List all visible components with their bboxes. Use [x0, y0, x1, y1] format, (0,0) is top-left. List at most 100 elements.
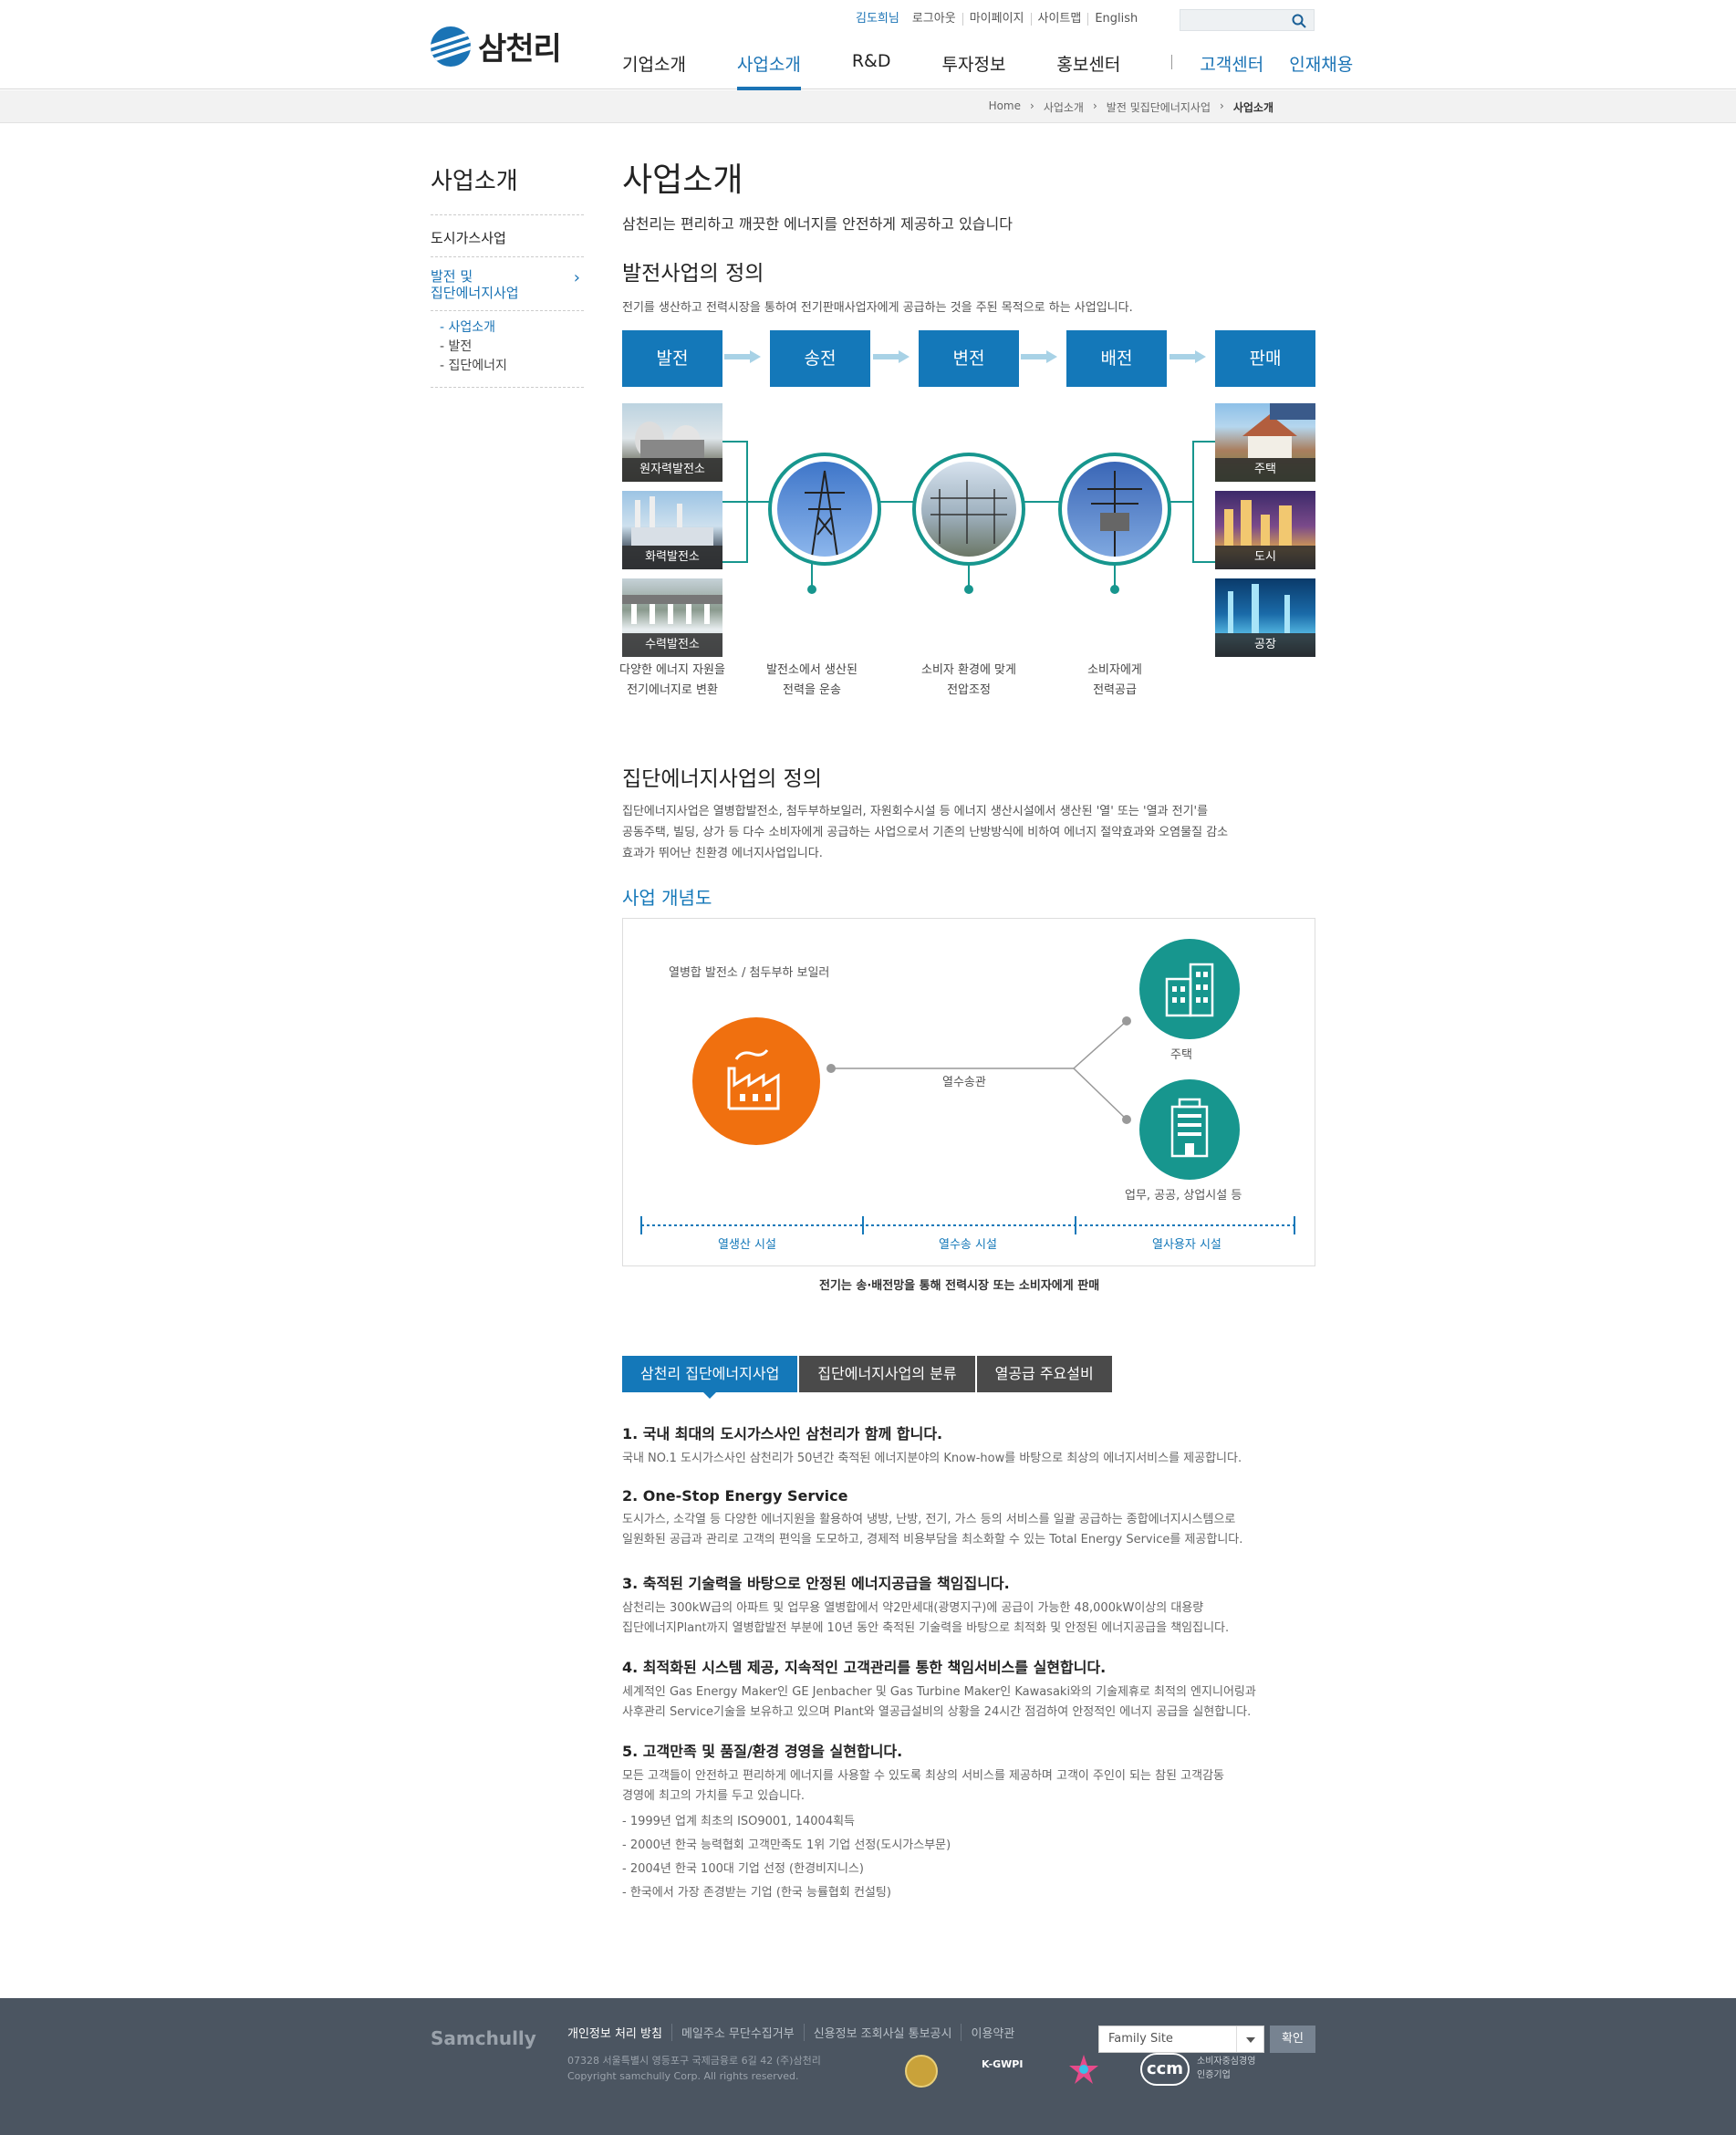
nuclear-plant-icon: [635, 422, 704, 458]
arrow-right-icon: [724, 350, 761, 363]
section-text: 삼천리는 300kW급의 아파트 및 업무용 열병합에서 약2만세대(광명지구)…: [622, 1601, 1230, 1635]
office-building-icon: [1170, 1098, 1209, 1158]
section-title-power: 발전사업의 정의: [622, 262, 764, 286]
award-badge-icon: [905, 2055, 938, 2088]
footer: Samchully 개인정보 처리 방침 메일주소 무단수집거부 신용정보 조회…: [0, 1998, 1736, 2135]
substation-image: [912, 453, 1025, 566]
hydro-plant-label: 수력발전소: [622, 633, 722, 657]
side-item-energy[interactable]: 발전 및 집단에너지사업: [431, 257, 584, 311]
terms-link[interactable]: 이용약관: [961, 2024, 1024, 2041]
side-sub-power[interactable]: - 발전: [431, 338, 584, 357]
thermal-plant-label: 화력발전소: [622, 546, 722, 569]
distribution-pole-icon: [1087, 471, 1142, 557]
award-item: - 1999년 업계 최초의 ISO9001, 14004획득: [622, 1815, 856, 1828]
nav-recruit[interactable]: 인재채용: [1289, 51, 1353, 85]
city-image: 도시: [1215, 491, 1315, 569]
desc-substation: 소비자 환경에 맞게 전압조정: [921, 663, 1016, 697]
section-desc-power: 전기를 생산하고 전력시장을 통하여 전기판매사업자에게 공급하는 것을 주된 …: [622, 301, 1133, 315]
footer-logo: Samchully: [431, 2027, 536, 2049]
transmission-tower-icon: [805, 470, 845, 557]
distribution-image: [1058, 453, 1171, 566]
chevron-down-icon: [1236, 2026, 1263, 2052]
credit-notice-link[interactable]: 신용정보 조회사실 통보공시: [803, 2024, 962, 2041]
english-link[interactable]: English: [1087, 13, 1144, 26]
content-section: 2. One-Stop Energy Service 도시가스, 소각열 등 다양…: [622, 1487, 1315, 1550]
substation-icon: [930, 480, 1007, 544]
content-section: 1. 국내 최대의 도시가스사인 삼천리가 함께 합니다. 국내 NO.1 도시가…: [622, 1422, 1315, 1469]
page-title: 사업소개: [622, 161, 743, 199]
heat-pipe-label: 열수송관: [942, 1076, 986, 1089]
nav-investor[interactable]: 투자정보: [942, 51, 1006, 85]
crumb-home[interactable]: Home: [989, 99, 1021, 115]
kgwpi-badge: K-GWPI: [982, 2058, 1024, 2070]
search-input[interactable]: [1180, 9, 1315, 31]
step-substation: 변전: [919, 330, 1019, 387]
tab-classification[interactable]: 집단에너지사업의 분류: [799, 1356, 975, 1392]
address-text: 07328 서울특별시 영등포구 국제금융로 6길 42 (주)삼천리: [567, 2055, 821, 2067]
nav-customer[interactable]: 고객센터: [1200, 51, 1263, 85]
utility-nav: 김도희님 로그아웃 마이페이지 사이트맵 English: [856, 13, 1144, 26]
house-label: 주택: [1215, 458, 1315, 482]
factory-icon: [1228, 584, 1290, 633]
nav-business[interactable]: 사업소개: [736, 51, 801, 90]
logo-text: 삼천리: [478, 31, 562, 68]
side-sub-intro[interactable]: - 사업소개: [431, 318, 584, 338]
ccm-label: 소비자중심경영 인증기업: [1197, 2057, 1256, 2080]
award-item: - 한국에서 가장 존경받는 기업 (한국 능률협회 컨설팅): [622, 1886, 891, 1900]
tab-samchully[interactable]: 삼천리 집단에너지사업: [622, 1356, 798, 1399]
nav-rnd[interactable]: R&D: [852, 51, 891, 85]
hydro-plant-icon: [622, 595, 722, 624]
office-icon: [1139, 1079, 1240, 1180]
main-nav: 기업소개 사업소개 R&D 투자정보 홍보센터 고객센터 인재채용: [622, 51, 1378, 90]
nav-pr[interactable]: 홍보센터: [1056, 51, 1120, 85]
footer-links: 개인정보 처리 방침 메일주소 무단수집거부 신용정보 조회사실 통보공시 이용…: [567, 2024, 1024, 2041]
logo[interactable]: 삼천리: [431, 24, 562, 68]
step-generation: 발전: [622, 330, 722, 387]
mypage-link[interactable]: 마이페이지: [962, 13, 1031, 26]
crumb-business[interactable]: 사업소개: [1044, 99, 1084, 115]
side-sub-district[interactable]: - 집단에너지: [431, 357, 584, 376]
tab-bar: 삼천리 집단에너지사업 집단에너지사업의 분류 열공급 주요설비: [622, 1356, 1114, 1399]
section-heading: 1. 국내 최대의 도시가스사인 삼천리가 함께 합니다.: [622, 1425, 943, 1442]
sitemap-link[interactable]: 사이트맵: [1030, 13, 1088, 26]
concept-note: 전기는 송·배전망을 통해 전력시장 또는 소비자에게 판매: [819, 1279, 1100, 1293]
search-icon[interactable]: [1292, 14, 1306, 28]
zone-user: 열사용자 시설: [1152, 1238, 1221, 1252]
star-logo-icon: [1069, 2055, 1098, 2084]
ccm-logo: ccm: [1140, 2053, 1190, 2086]
hydro-plant-image: 수력발전소: [622, 578, 722, 657]
nuclear-plant-label: 원자력발전소: [622, 458, 722, 482]
tab-facilities[interactable]: 열공급 주요설비: [976, 1356, 1112, 1392]
arrow-right-icon: [873, 350, 910, 363]
section-text: 국내 NO.1 도시가스사인 삼천리가 50년간 축적된 에너지분야의 Know…: [622, 1452, 1242, 1465]
nav-company[interactable]: 기업소개: [622, 51, 686, 85]
content-section: 5. 고객만족 및 품질/환경 경영을 실현합니다. 모든 고객들이 안전하고 편…: [622, 1739, 1315, 1905]
side-item-citygas[interactable]: 도시가스사업: [431, 215, 584, 257]
family-site-ok-button[interactable]: 확인: [1270, 2026, 1315, 2053]
city-icon: [1224, 500, 1292, 546]
family-site-select[interactable]: Family Site: [1098, 2026, 1264, 2053]
page: 삼천리 김도희님 로그아웃 마이페이지 사이트맵 English 기업소개 사업…: [0, 0, 1736, 2135]
section-title-district: 집단에너지사업의 정의: [622, 767, 822, 791]
breadcrumb-bar: Home › 사업소개 › 발전 및집단에너지사업 › 사업소개: [0, 90, 1736, 123]
apartment-icon: [1165, 963, 1214, 1017]
content-section: 3. 축적된 기술력을 바탕으로 안정된 에너지공급을 책임집니다. 삼천리는 3…: [622, 1571, 1315, 1639]
section-heading: 5. 고객만족 및 품질/환경 경영을 실현합니다.: [622, 1743, 903, 1760]
privacy-link[interactable]: 개인정보 처리 방침: [567, 2024, 671, 2041]
award-item: - 2004년 한국 100대 기업 선정 (한경비지니스): [622, 1862, 864, 1876]
crumb-energy[interactable]: 발전 및집단에너지사업: [1107, 99, 1211, 115]
factory-icon: [727, 1049, 780, 1110]
factory-image: 공장: [1215, 578, 1315, 657]
section-text: 세계적인 Gas Energy Maker인 GE Jenbacher 및 Ga…: [622, 1685, 1256, 1719]
side-submenu: - 사업소개 - 발전 - 집단에너지: [431, 311, 584, 388]
crumb-current: 사업소개: [1232, 101, 1273, 114]
section-heading: 3. 축적된 기술력을 바탕으로 안정된 에너지공급을 책임집니다.: [622, 1575, 1010, 1592]
section-text: 도시가스, 소각열 등 다양한 에너지원을 활용하여 냉방, 난방, 전기, 가…: [622, 1513, 1243, 1547]
email-policy-link[interactable]: 메일주소 무단수집거부: [670, 2024, 804, 2041]
arrow-right-icon: [1021, 350, 1057, 363]
concept-diagram: 열병합 발전소 / 첨두부하 보일러 열수송관 주택 업무, 공공, 상업시설 …: [622, 918, 1315, 1266]
logout-link[interactable]: 로그아웃: [906, 13, 962, 26]
zone-production: 열생산 시설: [718, 1238, 776, 1252]
thermal-plant-image: 화력발전소: [622, 491, 722, 569]
thermal-plant-icon: [631, 496, 713, 546]
